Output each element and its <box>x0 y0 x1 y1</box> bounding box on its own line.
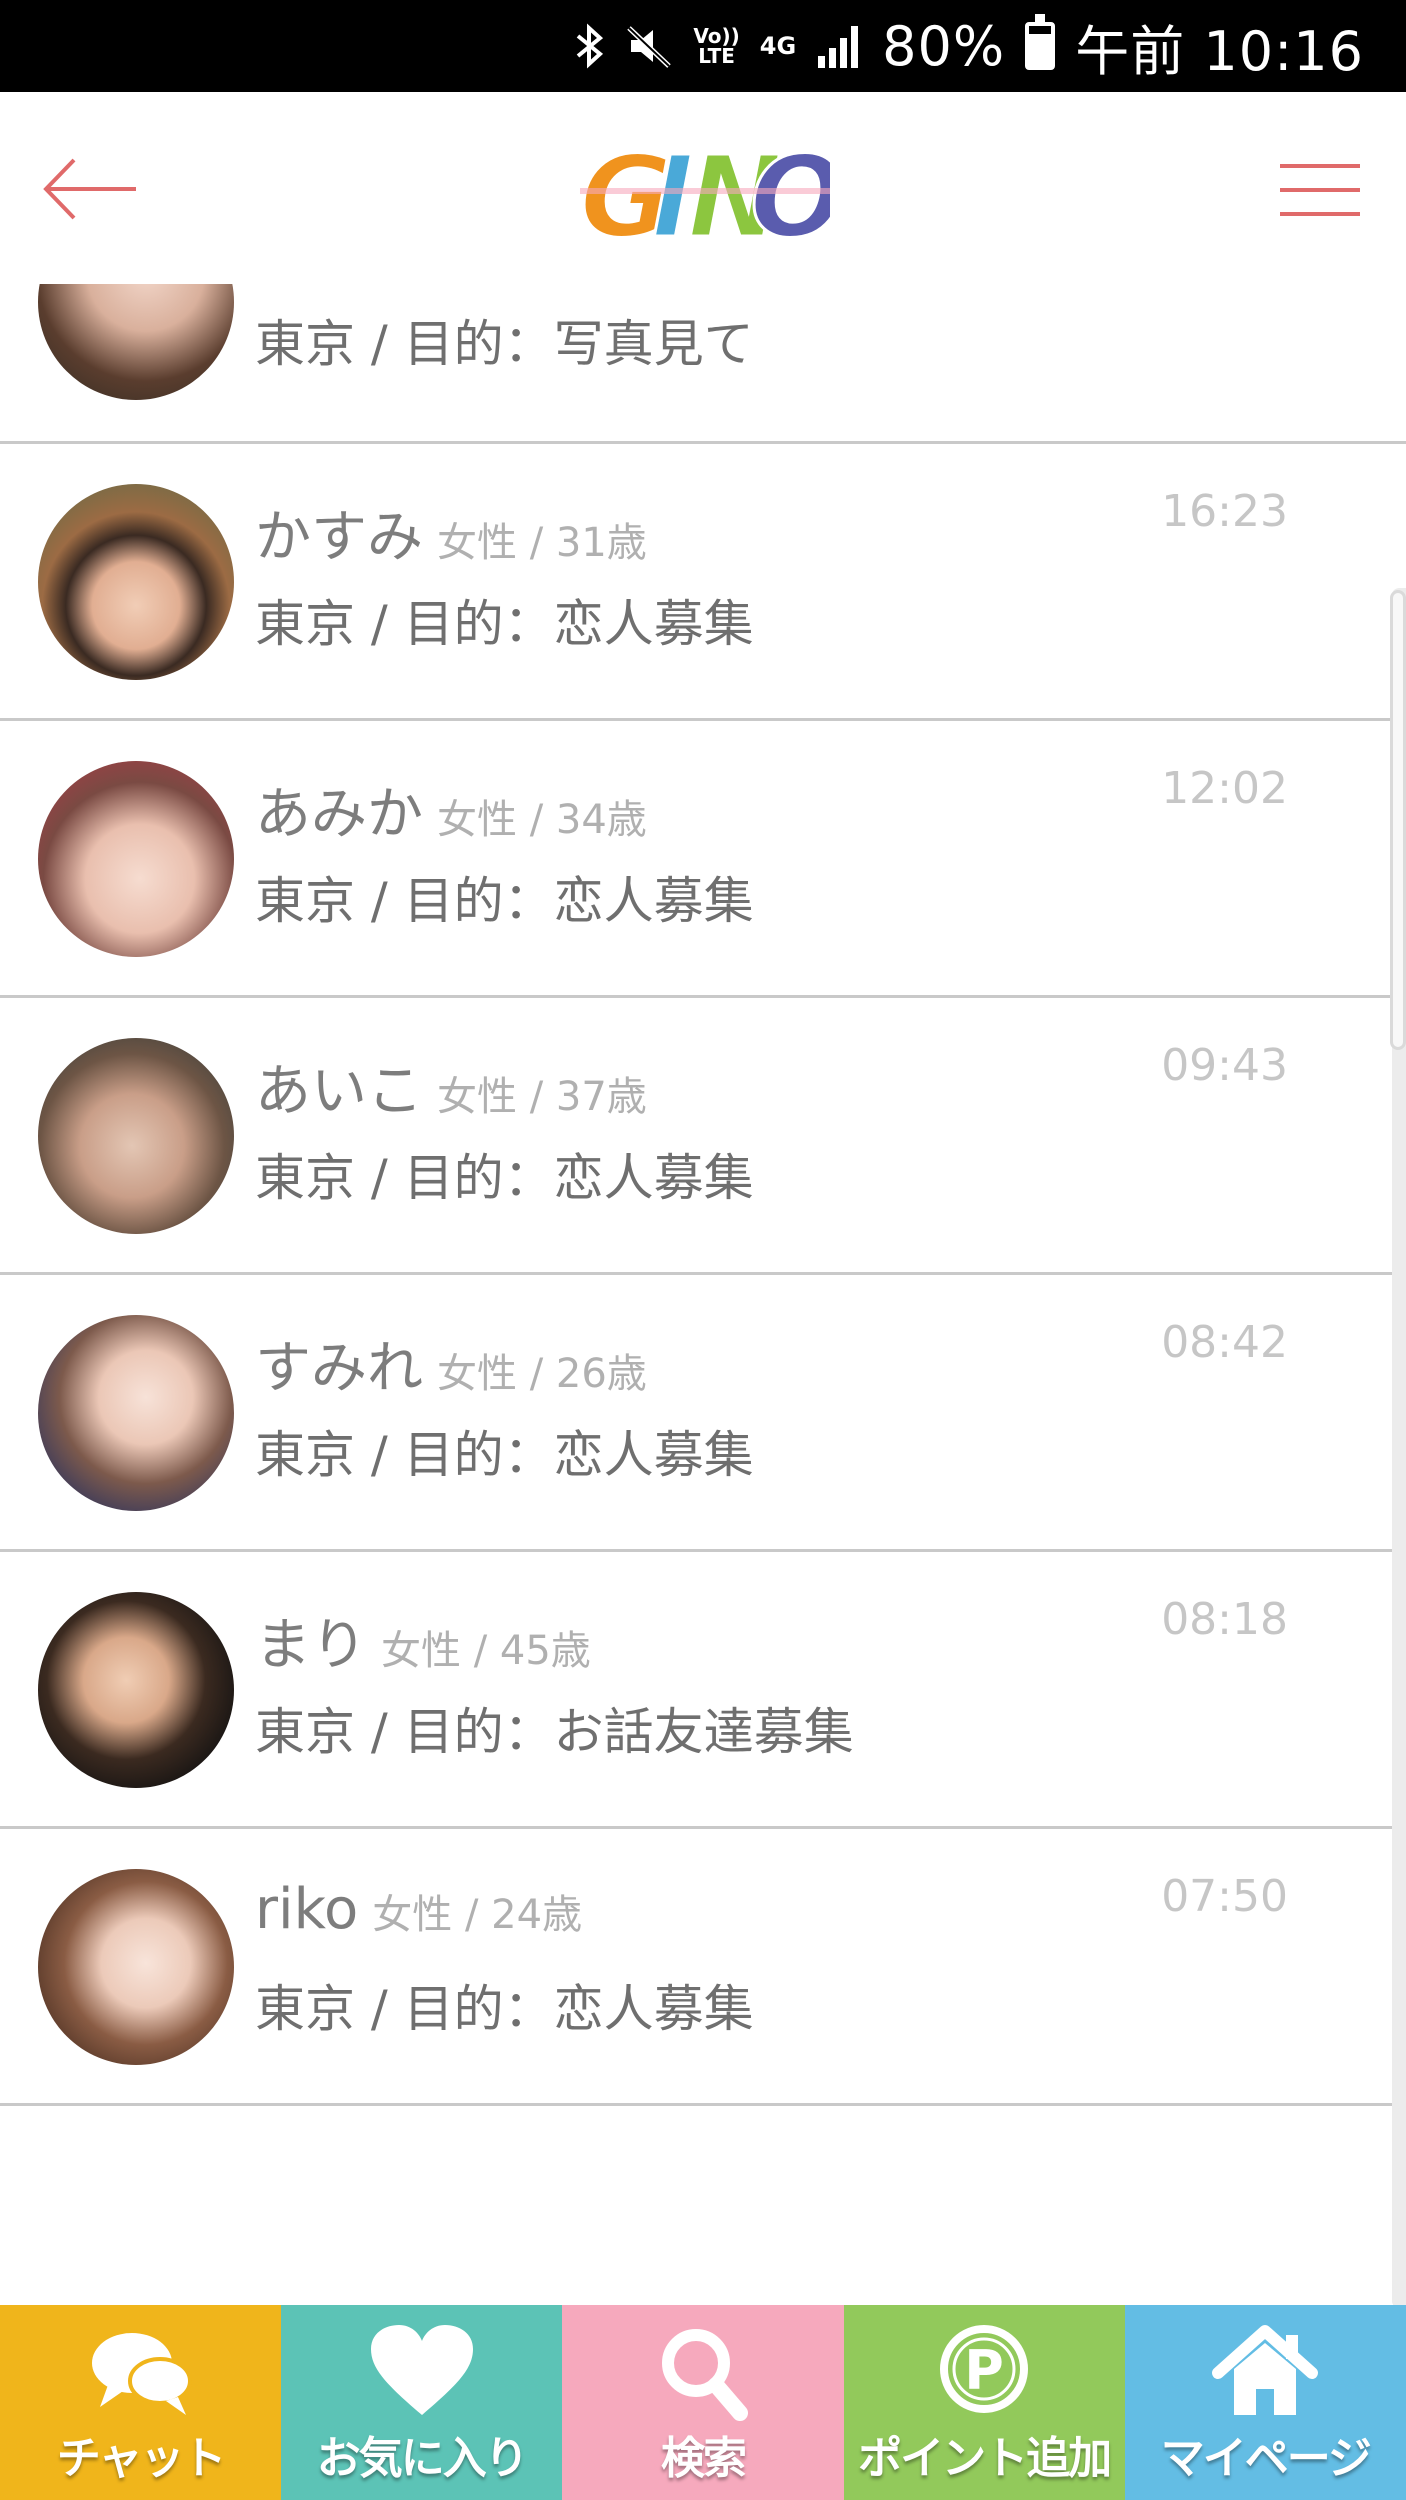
back-button[interactable] <box>40 154 140 224</box>
list-item[interactable]: かすみ 女性 / 31歳 東京 / 目的：恋人募集 16:23 <box>0 444 1406 721</box>
list-item-name: あみか <box>255 782 423 847</box>
battery-icon <box>1025 14 1056 70</box>
nav-points-label: ポイント追加 <box>858 2433 1112 2484</box>
gino-logo: G I N O <box>579 128 847 265</box>
status-bar: Vo)) LTE 4G 80% 午前 10:16 <box>0 0 1406 92</box>
list-item-time: 08:18 <box>1161 1594 1288 1645</box>
nav-favorites-label: お気に入り <box>316 2433 529 2484</box>
nav-chat-label: チャット <box>56 2433 227 2484</box>
list-item-subtitle: 東京 / 目的：恋人募集 <box>255 1426 754 1484</box>
avatar <box>38 1315 234 1511</box>
list-item-meta: 女性 / 34歳 <box>437 797 647 843</box>
battery-percent: 80% <box>882 14 1006 78</box>
list-item-time: 07:50 <box>1161 1871 1288 1922</box>
app-header: G I N O <box>0 92 1406 284</box>
nav-favorites[interactable]: お気に入り <box>281 2305 563 2500</box>
point-p-icon: P <box>940 2325 1029 2413</box>
magnifier-icon <box>661 2329 748 2421</box>
list-item-meta: 女性 / 24歳 <box>372 1892 583 1938</box>
hamburger-menu-button[interactable] <box>1278 162 1362 218</box>
nav-search[interactable]: 検索 <box>562 2305 844 2500</box>
list-item-meta: 女性 / 31歳 <box>437 520 647 566</box>
list-item[interactable]: riko 女性 / 24歳 東京 / 目的：恋人募集 07:50 <box>0 1829 1406 2106</box>
list-item-meta: 女性 / 45歳 <box>381 1628 591 1674</box>
list-item-time: 09:43 <box>1161 1040 1288 1091</box>
list-item-time: 08:42 <box>1161 1317 1288 1368</box>
list-item[interactable]: まり 女性 / 45歳 東京 / 目的：お話友達募集 08:18 <box>0 1552 1406 1829</box>
avatar <box>38 761 234 957</box>
list-item-subtitle: 東京 / 目的：お話友達募集 <box>255 1703 854 1761</box>
clock: 午前 10:16 <box>1075 19 1364 83</box>
mute-icon <box>625 22 673 70</box>
nav-points[interactable]: P ポイント追加 <box>843 2305 1125 2500</box>
list-item-name: かすみ <box>255 505 423 570</box>
volte-indicator: Vo)) LTE <box>693 24 740 68</box>
list-item[interactable]: 東京 / 目的：写真見て <box>0 204 1406 444</box>
svg-text:P: P <box>964 2339 1004 2402</box>
list-item-name: まり <box>255 1613 367 1678</box>
avatar <box>38 1038 234 1234</box>
list-item[interactable]: すみれ 女性 / 26歳 東京 / 目的：恋人募集 08:42 <box>0 1275 1406 1552</box>
list-item-subtitle: 東京 / 目的：恋人募集 <box>255 872 754 930</box>
chat-bubbles-icon <box>91 2333 192 2415</box>
arrow-left-icon <box>43 158 136 220</box>
list-item-subtitle: 東京 / 目的：恋人募集 <box>255 595 754 653</box>
list-item-subtitle: 東京 / 目的：恋人募集 <box>255 1149 754 1207</box>
nav-mypage-label: マイページ <box>1160 2433 1372 2484</box>
list-item-name: すみれ <box>255 1336 423 1401</box>
list-item[interactable]: あいこ 女性 / 37歳 東京 / 目的：恋人募集 09:43 <box>0 998 1406 1275</box>
nav-chat[interactable]: チャット <box>0 2305 282 2500</box>
scrollbar-thumb[interactable] <box>1390 590 1406 1050</box>
heart-icon <box>370 2325 473 2415</box>
home-icon <box>1212 2325 1319 2415</box>
nav-search-label: 検索 <box>660 2433 747 2484</box>
list-item-meta: 女性 / 26歳 <box>437 1351 647 1397</box>
list-item-subtitle: 東京 / 目的：写真見て <box>255 315 754 373</box>
list-item-name: あいこ <box>255 1059 423 1124</box>
message-list: 東京 / 目的：写真見て かすみ 女性 / 31歳 東京 / 目的：恋人募集 16… <box>0 204 1406 2106</box>
bluetooth-icon <box>575 22 605 70</box>
signal-icon <box>816 24 862 68</box>
list-item-meta: 女性 / 37歳 <box>437 1074 647 1120</box>
bottom-nav: チャット お気に入り 検索 P ポイント追加 マイページ <box>0 2305 1406 2500</box>
list-item[interactable]: あみか 女性 / 34歳 東京 / 目的：恋人募集 12:02 <box>0 721 1406 998</box>
network-type-indicator: 4G <box>759 32 797 60</box>
avatar <box>38 1592 234 1788</box>
menu-icon <box>1280 164 1360 216</box>
list-item-time: 12:02 <box>1161 763 1288 814</box>
avatar <box>38 1869 234 2065</box>
list-item-subtitle: 東京 / 目的：恋人募集 <box>255 1980 754 2038</box>
list-item-time: 16:23 <box>1161 486 1288 537</box>
nav-mypage[interactable]: マイページ <box>1124 2305 1406 2500</box>
list-item-name: riko <box>255 1877 359 1942</box>
avatar <box>38 484 234 680</box>
